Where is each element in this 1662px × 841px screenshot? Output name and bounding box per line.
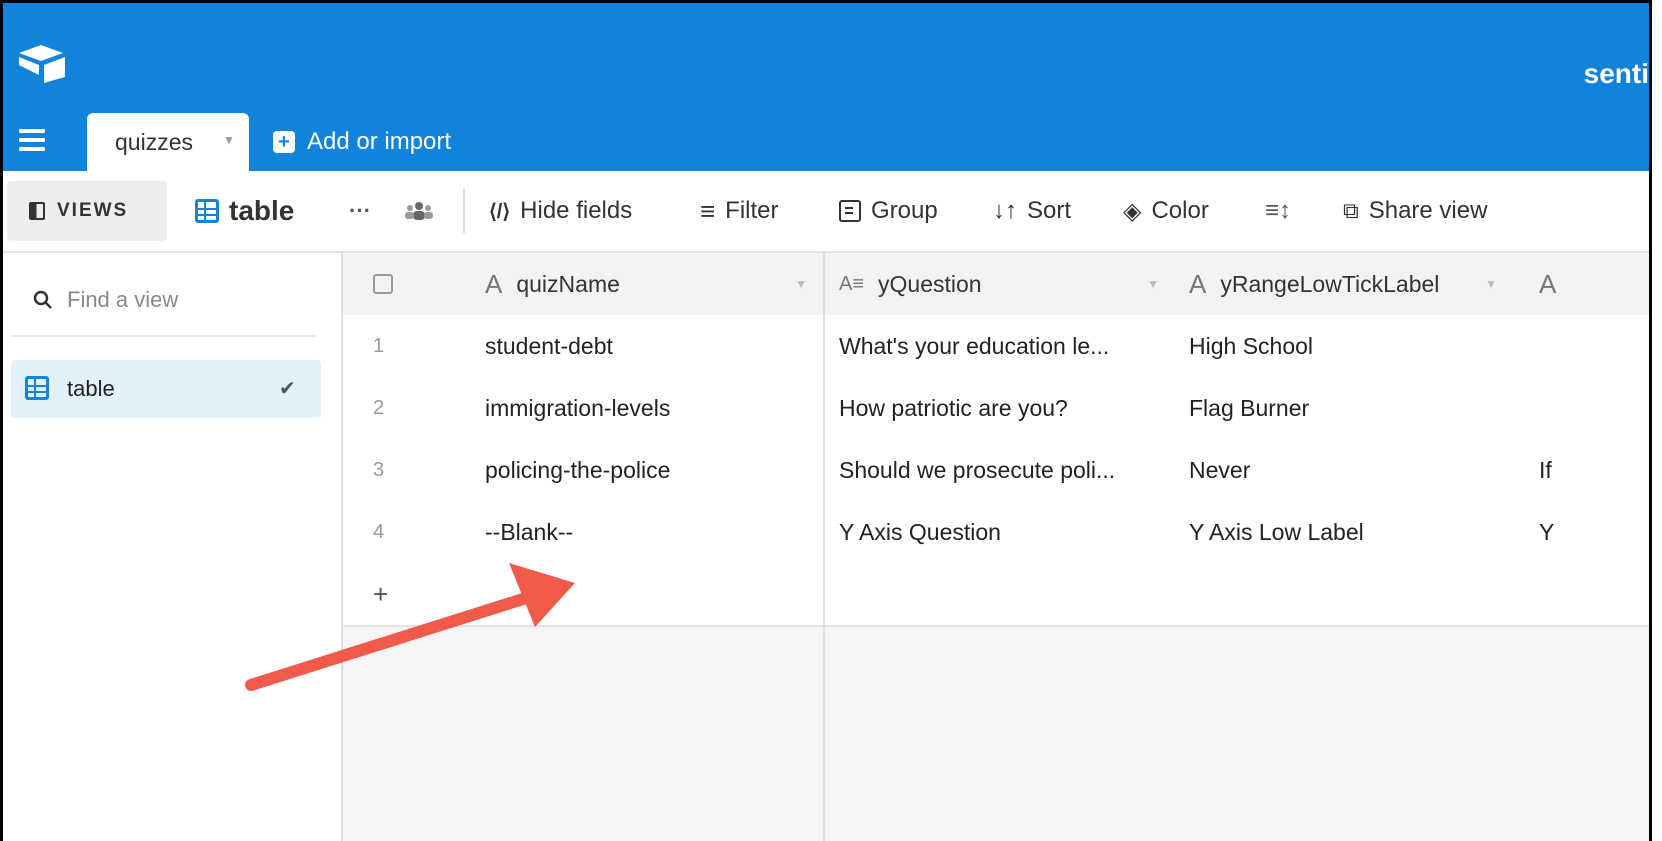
menu-icon[interactable] <box>19 129 45 151</box>
cell-quizname[interactable]: immigration-levels <box>483 377 823 439</box>
find-view-input[interactable]: Find a view <box>33 287 178 313</box>
table-row[interactable]: 4 --Blank-- Y Axis Question Y Axis Low L… <box>343 501 1649 565</box>
cell-yquestion[interactable]: What's your education le... <box>823 315 1175 377</box>
cell-next[interactable]: Y <box>1525 501 1649 563</box>
add-or-import-button[interactable]: + Add or import <box>273 125 451 159</box>
group-icon <box>839 200 861 222</box>
column-header-quizname[interactable]: A quizName ▼ <box>483 253 823 315</box>
tab-label: quizzes <box>115 129 193 155</box>
people-icon <box>405 202 433 220</box>
filter-icon: ≡ <box>700 195 716 226</box>
share-icon: ⧉ <box>1343 198 1359 223</box>
current-view-label: table <box>229 195 295 226</box>
grid-view-icon <box>195 199 219 223</box>
hide-fields-label: Hide fields <box>520 197 633 224</box>
add-row-divider <box>823 563 1175 625</box>
column-header-yquestion[interactable]: A≡ yQuestion ▼ <box>823 253 1175 315</box>
sort-button[interactable]: ↓↑ Sort <box>993 171 1071 251</box>
column-header-label: yRangeLowTickLabel <box>1220 270 1440 297</box>
text-field-icon: A <box>1539 268 1557 299</box>
column-divider <box>823 625 825 841</box>
views-label: VIEWS <box>57 200 129 221</box>
row-number: 2 <box>373 396 385 419</box>
chevron-down-icon[interactable]: ▼ <box>223 133 235 147</box>
table-row[interactable]: 1 student-debt What's your education le.… <box>343 315 1649 379</box>
cell-yquestion[interactable]: Should we prosecute poli... <box>823 439 1175 501</box>
sort-label: Sort <box>1027 197 1072 224</box>
cell-next[interactable]: If <box>1525 439 1649 501</box>
cell-yquestion[interactable]: How patriotic are you? <box>823 377 1175 439</box>
sidebar-toggle-icon <box>29 202 45 220</box>
column-header-label: yQuestion <box>878 270 982 297</box>
share-view-button[interactable]: ⧉ Share view <box>1343 171 1487 251</box>
table-row[interactable]: 3 policing-the-police Should we prosecut… <box>343 439 1649 503</box>
filter-button[interactable]: ≡ Filter <box>700 171 779 251</box>
cell-yrangelowticklabel[interactable]: High School <box>1175 315 1525 377</box>
row-height-button[interactable]: ≡↕ <box>1265 171 1291 251</box>
search-icon <box>33 290 52 309</box>
hide-fields-button[interactable]: ⟨/⟩ Hide fields <box>489 171 632 251</box>
group-label: Group <box>871 197 938 224</box>
collaborators-button[interactable] <box>405 171 433 251</box>
color-label: Color <box>1151 197 1209 224</box>
add-row-button[interactable]: + <box>343 563 483 625</box>
cell-yrangelowticklabel[interactable]: Y Axis Low Label <box>1175 501 1525 563</box>
current-view-button[interactable]: table <box>195 171 294 251</box>
top-bar: senti quizzes ▼ + Add or import <box>3 3 1649 171</box>
grid-view-icon <box>25 376 49 400</box>
row-number: 3 <box>373 458 385 481</box>
select-all-cell[interactable] <box>343 253 483 315</box>
cell-quizname[interactable]: student-debt <box>483 315 823 377</box>
data-grid: A quizName ▼ A≡ yQuestion ▼ A yRangeLowT… <box>343 253 1649 841</box>
tab-quizzes[interactable]: quizzes ▼ <box>87 113 249 171</box>
add-or-import-label: Add or import <box>307 128 452 155</box>
chevron-down-icon[interactable]: ▼ <box>795 277 807 291</box>
views-toggle-button[interactable]: VIEWS <box>7 181 167 241</box>
cell-quizname[interactable]: --Blank-- <box>483 501 823 563</box>
find-view-placeholder: Find a view <box>67 287 179 312</box>
row-number: 4 <box>373 520 385 543</box>
chevron-down-icon[interactable]: ▼ <box>1147 277 1159 291</box>
view-toolbar: VIEWS table ··· ⟨/⟩ Hide fields ≡ Filter <box>3 171 1649 253</box>
cell-next[interactable] <box>1525 377 1649 439</box>
cell-next[interactable] <box>1525 315 1649 377</box>
column-header-label: quizName <box>516 270 620 297</box>
cell-yquestion[interactable]: Y Axis Question <box>823 501 1175 563</box>
paint-bucket-icon: ◈ <box>1123 197 1142 225</box>
cell-yrangelowticklabel[interactable]: Never <box>1175 439 1525 501</box>
select-all-checkbox[interactable] <box>373 274 393 294</box>
column-header-row: A quizName ▼ A≡ yQuestion ▼ A yRangeLowT… <box>343 253 1649 317</box>
sort-icon: ↓↑ <box>993 197 1017 224</box>
filter-label: Filter <box>725 197 779 224</box>
sidebar-item-table[interactable]: table ✔ <box>11 360 321 418</box>
share-view-label: Share view <box>1368 197 1488 224</box>
text-field-icon: A <box>485 268 503 299</box>
sidebar-divider <box>11 335 315 337</box>
checkmark-icon: ✔ <box>279 378 296 400</box>
views-sidebar: Find a view table ✔ <box>3 253 343 841</box>
chevron-down-icon[interactable]: ▼ <box>1485 277 1497 291</box>
plus-icon: + <box>273 131 295 153</box>
sidebar-item-label: table <box>67 376 115 401</box>
group-button[interactable]: Group <box>839 171 938 251</box>
base-title: senti <box>1583 58 1649 89</box>
airtable-logo-icon[interactable] <box>17 43 69 83</box>
text-field-icon: A <box>1189 268 1207 299</box>
cell-quizname[interactable]: policing-the-police <box>483 439 823 501</box>
row-height-icon: ≡↕ <box>1265 197 1292 224</box>
column-header-yrangelowticklabel[interactable]: A yRangeLowTickLabel ▼ <box>1175 253 1525 315</box>
table-row[interactable]: 2 immigration-levels How patriotic are y… <box>343 377 1649 441</box>
add-row[interactable]: + <box>343 563 1649 627</box>
row-number: 1 <box>373 334 385 357</box>
more-options-button[interactable]: ··· <box>349 171 371 251</box>
eye-slash-icon: ⟨/⟩ <box>489 200 511 223</box>
app-window: senti quizzes ▼ + Add or import VIEWS ta… <box>0 0 1652 841</box>
cell-yrangelowticklabel[interactable]: Flag Burner <box>1175 377 1525 439</box>
long-text-field-icon: A≡ <box>839 272 865 295</box>
color-button[interactable]: ◈ Color <box>1123 171 1209 251</box>
column-header-next[interactable]: A <box>1525 253 1649 315</box>
toolbar-divider <box>463 189 465 233</box>
